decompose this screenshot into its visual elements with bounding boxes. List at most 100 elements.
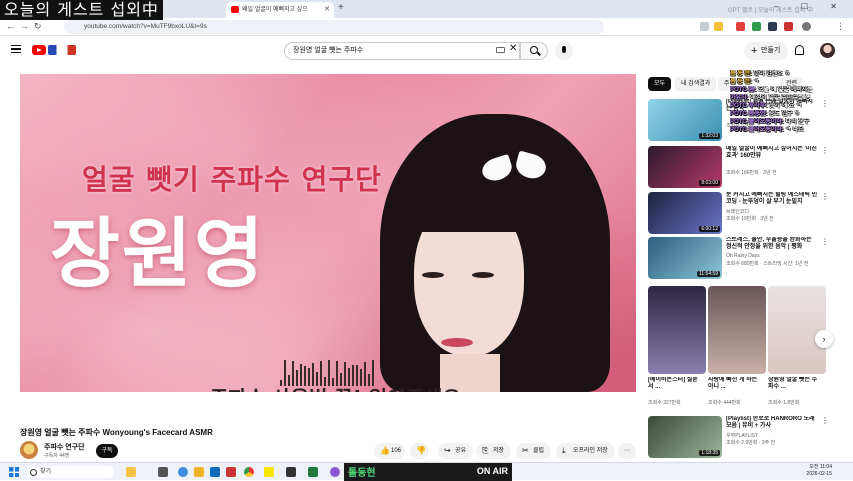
chat-text: 다시 문구 — [785, 119, 810, 125]
reload-icon[interactable]: ↻ — [34, 21, 42, 32]
back-icon[interactable]: ← — [6, 21, 15, 31]
search-input[interactable]: 장원영 얼굴 뺏는 주파수 — [284, 42, 520, 60]
recommendation-title[interactable]: 매일 얼굴이 예뻐지고 싶어지는 '미친 효과' 160만뷰 — [726, 146, 818, 160]
short-title[interactable]: 사랑에 빠진 게 하는 아니 ... — [708, 377, 760, 391]
recommendation-channel[interactable]: Oh Rainy Days — [726, 253, 760, 259]
youtube-logo-icon[interactable] — [32, 45, 46, 55]
account-avatar[interactable] — [820, 43, 835, 58]
recommendation-views: 조회수 19만회 · 3년 전 — [726, 216, 774, 222]
short-title[interactable]: 장원영 얼굴 뺏는 주파수 ... — [768, 377, 820, 391]
recommendation-item[interactable]: 11:54:59 스트레스, 불안, 우울증을 완화하는 정신적 안정을 위한 … — [648, 237, 829, 281]
windows-start-icon[interactable] — [9, 467, 19, 477]
youtube-favicon-icon — [231, 6, 239, 13]
system-clock[interactable]: 오전 11:04 2026-02-15 — [792, 464, 832, 478]
close-tab-icon[interactable]: ✕ — [324, 2, 330, 18]
taskbar-search[interactable]: 찾기 — [26, 466, 114, 478]
video-player[interactable]: 얼굴 뺏기 주파수 연구단 장원영 주파수 사용법 꼭! 읽어주세요 — [20, 74, 636, 392]
chat-nickname: POTG 들어오동이하: — [730, 119, 786, 125]
more-actions-button[interactable]: ⋯ — [618, 443, 636, 459]
kakaotalk-icon[interactable] — [264, 467, 274, 477]
more-options-icon[interactable]: ⋮ — [821, 146, 829, 155]
video-thumbnail[interactable]: 8:03:00 — [648, 146, 722, 188]
browser-tab[interactable]: 왜일 얼굴이 예뻐지고 싶으 ✕ — [226, 2, 334, 18]
create-label: 만들기 — [761, 47, 781, 54]
stream-onair-banner: 톨동현 ON AIR — [344, 463, 512, 481]
window-controls[interactable]: ‒ ☐ ✕ — [774, 2, 847, 11]
extension-icon[interactable] — [736, 22, 745, 31]
share-icon: ↪ — [444, 446, 451, 455]
chat-message: POTG 톰: 오늘 에 얼굴 예뻐지는 — [730, 86, 853, 94]
recommendation-item[interactable]: 1:18:35 [Playlist] 한로로 HANRORO 노래 모음 | 뮤… — [648, 416, 829, 460]
channel-avatar[interactable] — [20, 441, 38, 459]
chat-message: 톰 동 현: 맞아 입벤호 ㅎ — [730, 70, 853, 78]
new-tab-icon[interactable]: + — [338, 2, 344, 13]
extension-icon[interactable] — [768, 22, 777, 31]
extension-icon[interactable] — [752, 22, 761, 31]
edge-icon[interactable] — [178, 467, 188, 477]
widgets-icon[interactable] — [126, 467, 136, 477]
dislike-button[interactable]: 👎 — [410, 443, 428, 459]
chevron-right-icon[interactable]: › — [815, 330, 833, 348]
duration-badge: 11:54:59 — [696, 271, 720, 277]
recommendation-title[interactable]: [Playlist] 한로로 HANRORO 노래 모음 | 뮤비 + 가사 — [726, 416, 818, 430]
thumbs-down-icon: 👎 — [416, 446, 426, 455]
like-button[interactable]: 👍 106 — [374, 443, 406, 459]
app-icon[interactable] — [226, 467, 236, 477]
download-button[interactable]: ⤓ 오프라인 저장 — [556, 443, 615, 459]
create-button[interactable]: + 만들기 — [744, 42, 788, 60]
recommendation-item[interactable]: 6:00:12 눈 커지고 예뻐지는 힐링 에스테틱 인코딩 - 눈뚜덩이 살 … — [648, 192, 829, 236]
keyboard-icon[interactable] — [496, 47, 505, 53]
excel-icon[interactable] — [308, 467, 318, 477]
profile-icon[interactable] — [802, 22, 811, 31]
clip-button[interactable]: ✂ 클립 — [516, 443, 552, 459]
forward-icon[interactable]: → — [20, 21, 29, 31]
youtube-header: 장원영 얼굴 뺏는 주파수 ✕ + 만들기 — [0, 36, 853, 66]
search-button[interactable] — [520, 42, 548, 60]
short-thumbnail[interactable] — [648, 286, 706, 374]
extension-icon[interactable] — [784, 22, 793, 31]
channel-name[interactable]: 주파수 연구단 — [44, 442, 85, 452]
recommendation-title[interactable]: 눈 커지고 예뻐지는 힐링 에스테틱 인코딩 - 눈뚜덩이 살 부기 눈밑지 — [726, 192, 818, 206]
video-thumbnail[interactable]: 1:18:35 — [648, 416, 722, 458]
clock-date: 2026-02-15 — [806, 471, 832, 477]
short-thumbnail[interactable] — [708, 286, 766, 374]
recommendation-channel[interactable]: 우무PLAYLIST — [726, 432, 758, 439]
task-view-icon[interactable] — [158, 467, 168, 477]
more-options-icon[interactable]: ⋮ — [821, 192, 829, 201]
lips-shape — [441, 338, 473, 347]
save-button[interactable]: ⎘ 저장 — [476, 443, 512, 459]
chip-all[interactable]: 모두 — [648, 77, 672, 91]
voice-search-button[interactable] — [555, 42, 573, 60]
subscribe-button[interactable]: 구독 — [96, 444, 118, 458]
short-thumbnail[interactable] — [768, 286, 826, 374]
more-options-icon[interactable]: ⋮ — [821, 416, 829, 425]
chat-nickname: POTG 톰동현: — [730, 111, 769, 117]
chip-my-search[interactable]: 내 검색결과 — [675, 77, 717, 91]
chrome-icon[interactable] — [244, 467, 254, 477]
short-title[interactable]: [베이비몬스터] 설윤서 ... — [648, 377, 700, 391]
app-icon[interactable] — [286, 467, 296, 477]
video-thumbnail[interactable]: 1:32:03 — [648, 99, 722, 141]
thumbnail-title: 장원영 — [50, 209, 266, 298]
clear-search-icon[interactable]: ✕ — [509, 43, 517, 54]
store-icon[interactable] — [210, 467, 220, 477]
short-views: 조회수 444만회 — [708, 400, 741, 406]
notifications-bell-icon[interactable] — [795, 45, 804, 55]
url-field[interactable]: youtube.com/watch?v=MuTF9bxoLU&t=9s — [64, 20, 604, 34]
hamburger-menu-icon[interactable] — [11, 45, 21, 53]
recommendation-item[interactable]: 8:03:00 매일 얼굴이 예뻐지고 싶어지는 '미친 효과' 160만뷰 조… — [648, 146, 829, 190]
video-thumbnail[interactable]: 11:54:59 — [648, 237, 722, 279]
scissors-icon: ✂ — [522, 446, 529, 455]
app-icon[interactable] — [330, 467, 340, 477]
extension-icon[interactable] — [700, 22, 709, 31]
video-thumbnail[interactable]: 6:00:12 — [648, 192, 722, 234]
recommendation-channel[interactable]: 브레인코디 — [726, 208, 749, 215]
chat-text: 맞아 입벤호 ㅎ — [753, 71, 791, 77]
recommendation-title[interactable]: 스트레스, 불안, 우울증을 완화하는 정신적 안정을 위한 음악 | 평화 — [726, 237, 818, 251]
more-options-icon[interactable]: ⋮ — [821, 237, 829, 246]
file-explorer-icon[interactable] — [194, 467, 204, 477]
share-button[interactable]: ↪ 공유 — [438, 443, 474, 459]
stream-chat-overlay: 톰 동 현: 맞아 입벤호 ㅎ톰 동 현: ㅋ POTG 톰: 오늘 에 얼굴 예… — [730, 70, 853, 134]
more-menu-icon[interactable]: ⋮ — [836, 21, 845, 32]
bookmark-star-icon[interactable] — [714, 22, 723, 31]
